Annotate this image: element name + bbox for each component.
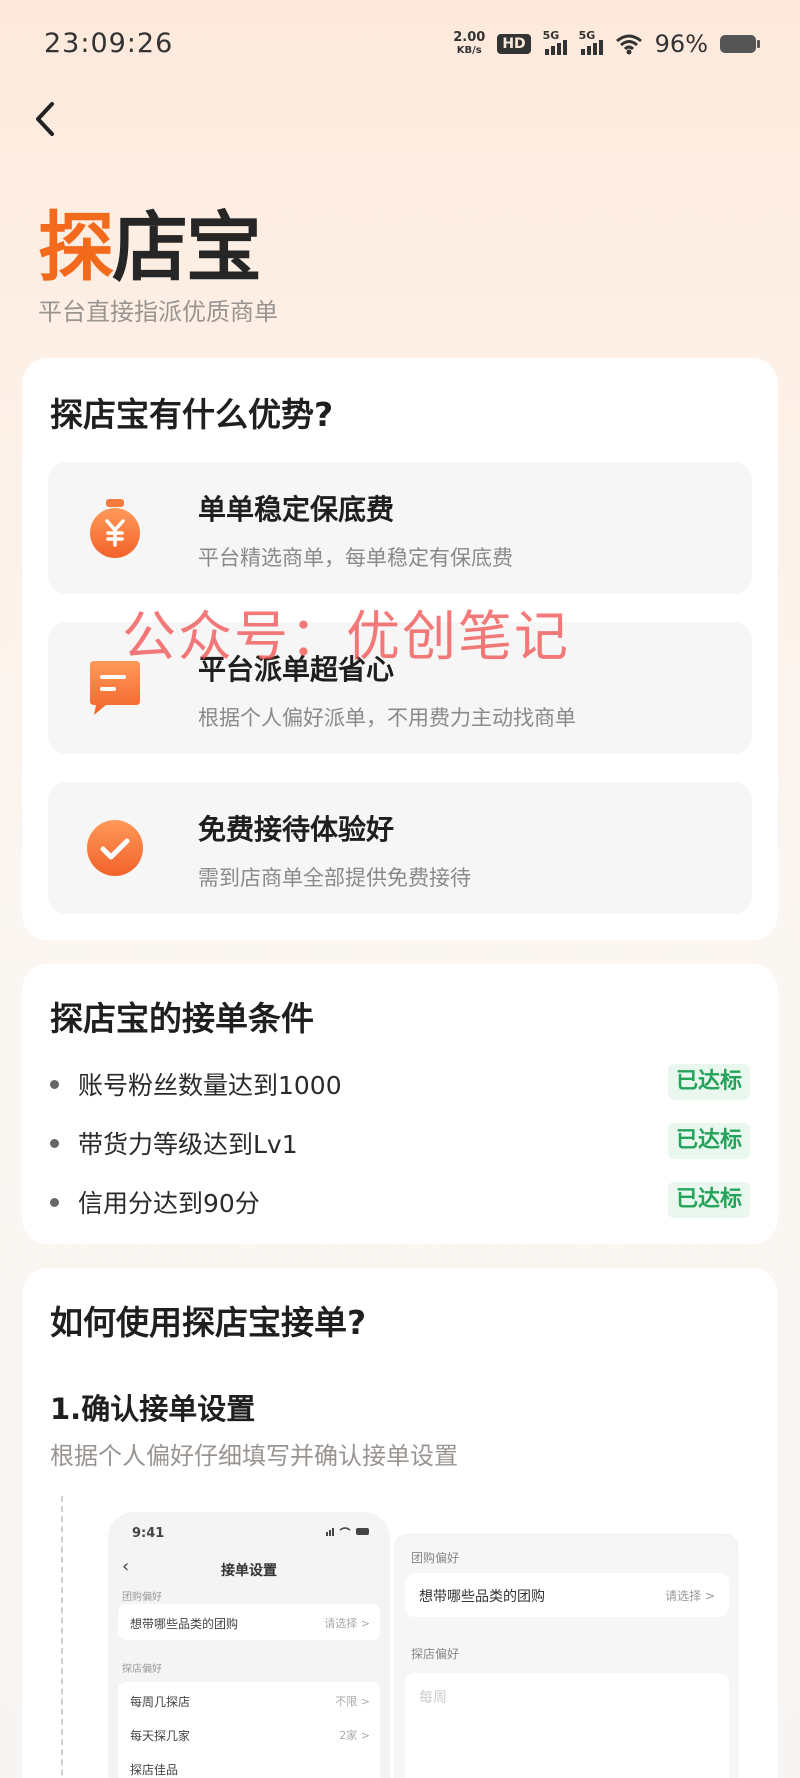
signal-icon-sim2: 5G	[579, 29, 603, 55]
wifi-icon	[615, 34, 642, 55]
condition-text: 带货力等级达到Lv1	[78, 1130, 298, 1159]
conditions-card: 探店宝的接单条件 账号粉丝数量达到1000 已达标 带货力等级达到Lv1 已达标…	[22, 964, 778, 1244]
money-bag-icon	[90, 499, 140, 558]
condition-text: 信用分达到90分	[78, 1189, 260, 1218]
status-time: 23:09:26	[44, 28, 174, 59]
logo: 探店宝	[38, 203, 262, 292]
panel-row: 想带哪些品类的团购 请选择 >	[405, 1573, 729, 1617]
phone-mockup: 9:41 ‹ 接单设置 团购偏好 想带哪些品类的团购 请选择 > 探店偏好 每周…	[108, 1512, 390, 1778]
condition-row: 带货力等级达到Lv1 已达标	[50, 1123, 750, 1163]
mockup-row: 探店佳品	[118, 1750, 380, 1778]
signal-icon-sim1: 5G	[543, 29, 567, 55]
step-title: 1.确认接单设置	[50, 1392, 256, 1426]
mockup-section-label: 团购偏好	[122, 1592, 162, 1603]
mockup-row: 每天探几家 2家 >	[118, 1716, 380, 1752]
step-desc: 根据个人偏好仔细填写并确认接单设置	[50, 1442, 458, 1470]
advantages-title: 探店宝有什么优势?	[50, 395, 334, 434]
status-badge: 已达标	[667, 1182, 750, 1218]
back-button[interactable]	[28, 96, 68, 142]
advantage-title: 单单稳定保底费	[198, 493, 395, 526]
check-circle-icon	[87, 820, 143, 876]
panel-box: 每周	[405, 1673, 729, 1778]
panel-section-label: 探店偏好	[411, 1647, 460, 1661]
bullet-icon	[50, 1139, 59, 1148]
mockup-group: 每周几探店 不限 > 每天探几家 2家 > 探店佳品	[118, 1682, 380, 1778]
mockup-row: 每周几探店 不限 >	[118, 1682, 380, 1718]
mockup-row: 想带哪些品类的团购 请选择 >	[118, 1604, 380, 1640]
advantage-desc: 根据个人偏好派单，不用费力主动找商单	[198, 706, 576, 730]
mockup-status-icons	[326, 1527, 369, 1536]
advantage-desc: 平台精选商单，每单稳定有保底费	[198, 546, 513, 570]
bullet-icon	[50, 1080, 59, 1089]
mockup-title: 接单设置	[221, 1563, 277, 1579]
mockup-section-label: 探店偏好	[122, 1664, 162, 1675]
hd-icon: HD	[497, 34, 531, 54]
chevron-left-icon	[36, 102, 54, 136]
condition-row: 信用分达到90分 已达标	[50, 1182, 750, 1222]
status-icons: 2.00 KB/s HD 5G 5G 96%	[453, 29, 760, 58]
slogan: 平台直接指派优质商单	[38, 298, 278, 326]
advantage-item: 单单稳定保底费 平台精选商单，每单稳定有保底费	[48, 462, 752, 594]
advantage-item: 免费接待体验好 需到店商单全部提供免费接待	[48, 782, 752, 914]
how-to-card: 如何使用探店宝接单? 1.确认接单设置 根据个人偏好仔细填写并确认接单设置 9:…	[22, 1268, 778, 1778]
mockup-time: 9:41	[132, 1526, 165, 1541]
condition-text: 账号粉丝数量达到1000	[78, 1071, 342, 1100]
advantage-title: 免费接待体验好	[198, 813, 395, 846]
status-bar: 23:09:26 2.00 KB/s HD 5G 5G 96%	[0, 0, 800, 92]
conditions-title: 探店宝的接单条件	[50, 999, 314, 1038]
settings-panel-mockup: 团购偏好 想带哪些品类的团购 请选择 > 探店偏好 每周	[394, 1534, 738, 1778]
step-timeline	[61, 1496, 63, 1778]
battery-icon	[720, 35, 760, 53]
how-to-title: 如何使用探店宝接单?	[50, 1303, 367, 1342]
panel-section-label: 团购偏好	[411, 1551, 460, 1565]
bullet-icon	[50, 1198, 59, 1207]
advantage-desc: 需到店商单全部提供免费接待	[198, 866, 471, 890]
status-badge: 已达标	[667, 1123, 750, 1159]
battery-percent: 96%	[654, 30, 708, 58]
watermark: 公众号：优创笔记	[122, 605, 570, 668]
condition-row: 账号粉丝数量达到1000 已达标	[50, 1064, 750, 1104]
network-speed: 2.00 KB/s	[453, 30, 486, 56]
status-badge: 已达标	[667, 1064, 750, 1100]
